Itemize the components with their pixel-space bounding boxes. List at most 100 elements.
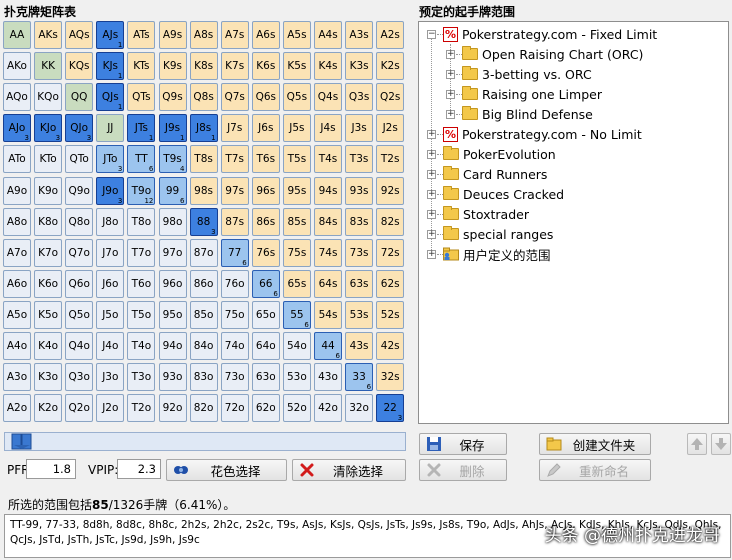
hand-cell-ajo[interactable]: AJo 3 [3, 114, 31, 143]
hand-cell-qjo[interactable]: QJo 3 [65, 114, 94, 143]
hand-cell-a4o[interactable]: A4o [3, 332, 31, 360]
delete-button[interactable]: 删除 [419, 459, 507, 481]
hand-cell-87s[interactable]: 87s [220, 207, 249, 236]
hand-cell-92s[interactable]: 92s [376, 176, 405, 205]
suit-select-button[interactable]: 花色选择 [166, 459, 287, 481]
hand-cell-k4s[interactable]: K4s [314, 52, 342, 81]
hand-cell-t5s[interactable]: T5s [282, 145, 311, 174]
tree-item[interactable]: Stoxtrader [443, 204, 529, 224]
hand-cell-t7s[interactable]: T7s [220, 145, 249, 174]
hand-cell-74o[interactable]: 74o [220, 332, 249, 360]
hand-cell-j5o[interactable]: J5o [96, 300, 125, 329]
hand-cell-a3o[interactable]: A3o [3, 363, 31, 392]
hand-cell-tt[interactable]: TT 6 [127, 145, 156, 174]
hand-cell-aks[interactable]: AKs [34, 21, 63, 49]
hand-cell-q5s[interactable]: Q5s [282, 83, 311, 112]
hand-cell-j6s[interactable]: J6s [251, 114, 280, 143]
hand-cell-97s[interactable]: 97s [220, 176, 249, 205]
hand-cell-85s[interactable]: 85s [282, 207, 311, 236]
hand-cell-88[interactable]: 88 3 [189, 207, 218, 236]
hand-cell-62o[interactable]: 62o [251, 394, 280, 423]
hand-cell-42o[interactable]: 42o [314, 394, 342, 423]
vpip-field[interactable]: 2.3 [117, 459, 161, 479]
hand-cell-t2s[interactable]: T2s [376, 145, 405, 174]
hand-cell-54o[interactable]: 54o [282, 332, 311, 360]
hand-cell-73s[interactable]: 73s [345, 238, 374, 267]
hand-cell-k6s[interactable]: K6s [251, 52, 280, 81]
tree-item[interactable]: PokerEvolution [443, 144, 556, 164]
hand-cell-q5o[interactable]: Q5o [65, 300, 94, 329]
move-down-button[interactable] [711, 433, 731, 455]
tree-item[interactable]: special ranges [443, 224, 553, 244]
hand-cell-t8o[interactable]: T8o [127, 207, 156, 236]
hand-cell-a2o[interactable]: A2o [3, 394, 31, 423]
tree-item[interactable]: 用户定义的范围 [443, 244, 551, 264]
hand-cell-j9s[interactable]: J9s 1 [158, 114, 187, 143]
hand-cell-84o[interactable]: 84o [189, 332, 218, 360]
pfr-field[interactable]: 1.8 [26, 459, 76, 479]
hand-cell-q3s[interactable]: Q3s [345, 83, 374, 112]
expand-toggle[interactable]: + [446, 90, 455, 99]
hand-cell-a2s[interactable]: A2s [376, 21, 405, 49]
hand-cell-jto[interactable]: JTo 3 [96, 145, 125, 174]
hand-cell-q7o[interactable]: Q7o [65, 238, 94, 267]
hand-cell-q9o[interactable]: Q9o [65, 176, 94, 205]
tree-item[interactable]: % Pokerstrategy.com - Fixed Limit [443, 24, 657, 44]
hand-cell-63o[interactable]: 63o [251, 363, 280, 392]
hand-cell-aa[interactable]: AA [3, 21, 31, 49]
hand-cell-k8s[interactable]: K8s [189, 52, 218, 81]
clear-selection-button[interactable]: 清除选择 [292, 459, 406, 481]
hand-cell-75o[interactable]: 75o [220, 300, 249, 329]
hand-cell-t6o[interactable]: T6o [127, 269, 156, 298]
tree-item[interactable]: Big Blind Defense [462, 104, 593, 124]
hand-cell-66[interactable]: 66 6 [251, 269, 280, 298]
hand-cell-a4s[interactable]: A4s [314, 21, 342, 49]
hand-cell-99[interactable]: 99 6 [158, 176, 187, 205]
expand-toggle[interactable]: + [427, 190, 436, 199]
hand-cell-ats[interactable]: ATs [127, 21, 156, 49]
hand-cell-j4s[interactable]: J4s [314, 114, 342, 143]
hand-cell-75s[interactable]: 75s [282, 238, 311, 267]
hand-cell-kts[interactable]: KTs [127, 52, 156, 81]
hand-cell-jts[interactable]: JTs 1 [127, 114, 156, 143]
hand-cell-j9o[interactable]: J9o 3 [96, 176, 125, 205]
hand-cell-qq[interactable]: QQ [65, 83, 94, 112]
hand-cell-k2o[interactable]: K2o [34, 394, 63, 423]
hand-cell-76o[interactable]: 76o [220, 269, 249, 298]
hand-cell-ako[interactable]: AKo [3, 52, 31, 81]
hand-cell-k2s[interactable]: K2s [376, 52, 405, 81]
hand-cell-95o[interactable]: 95o [158, 300, 187, 329]
hand-cell-53o[interactable]: 53o [282, 363, 311, 392]
hand-cell-86o[interactable]: 86o [189, 269, 218, 298]
hand-cell-64o[interactable]: 64o [251, 332, 280, 360]
expand-toggle[interactable]: + [427, 150, 436, 159]
hand-cell-kqo[interactable]: KQo [34, 83, 63, 112]
hand-cell-j2s[interactable]: J2s [376, 114, 405, 143]
hand-cell-74s[interactable]: 74s [314, 238, 342, 267]
hand-cell-t9s[interactable]: T9s 4 [158, 145, 187, 174]
hand-cell-a5o[interactable]: A5o [3, 300, 31, 329]
hand-cell-a5s[interactable]: A5s [282, 21, 311, 49]
hand-cell-43o[interactable]: 43o [314, 363, 342, 392]
hand-cell-84s[interactable]: 84s [314, 207, 342, 236]
hand-cell-t4o[interactable]: T4o [127, 332, 156, 360]
hand-cell-a3s[interactable]: A3s [345, 21, 374, 49]
hand-cell-33[interactable]: 33 6 [345, 363, 374, 392]
hand-cell-kjo[interactable]: KJo 3 [34, 114, 63, 143]
hand-cell-a6o[interactable]: A6o [3, 269, 31, 298]
hand-cell-q2s[interactable]: Q2s [376, 83, 405, 112]
expand-toggle[interactable]: + [427, 130, 436, 139]
hand-cell-k4o[interactable]: K4o [34, 332, 63, 360]
tree-item[interactable]: Raising one Limper [462, 84, 602, 104]
hand-cell-94o[interactable]: 94o [158, 332, 187, 360]
hand-cell-t4s[interactable]: T4s [314, 145, 342, 174]
hand-cell-32o[interactable]: 32o [345, 394, 374, 423]
hand-cell-96s[interactable]: 96s [251, 176, 280, 205]
hand-cell-42s[interactable]: 42s [376, 332, 405, 360]
hand-cell-52o[interactable]: 52o [282, 394, 311, 423]
hand-cell-65o[interactable]: 65o [251, 300, 280, 329]
hand-cell-j7o[interactable]: J7o [96, 238, 125, 267]
hand-cell-72o[interactable]: 72o [220, 394, 249, 423]
expand-toggle[interactable]: + [446, 70, 455, 79]
hand-cell-k5s[interactable]: K5s [282, 52, 311, 81]
